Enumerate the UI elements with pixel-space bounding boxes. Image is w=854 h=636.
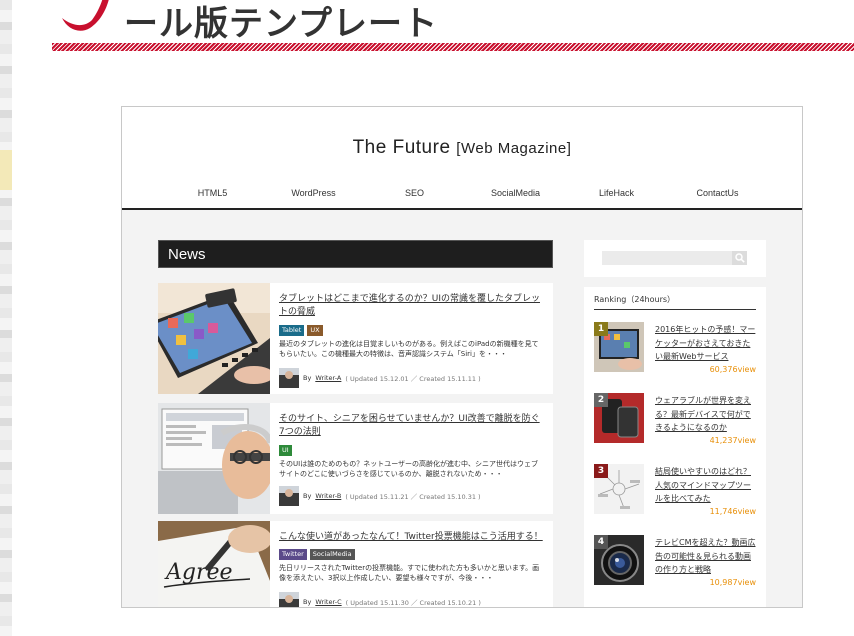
search-input[interactable] [602,251,732,265]
search-button[interactable] [732,251,747,265]
article-meta: By Writer-A ( Updated 15.12.01 ／ Created… [279,368,545,388]
rank-number: 3 [594,464,608,478]
global-nav: HTML5 WordPress SEO SocialMedia LifeHack… [162,188,802,198]
article-excerpt: そのUIは誰のためのもの？ネットユーザーの高齢化が進む中、シニア世代はウェブサイ… [279,460,539,478]
nav-item-wordpress[interactable]: WordPress [263,188,364,198]
rank-number: 2 [594,393,608,407]
writer-link[interactable]: Writer-B [315,492,341,500]
article-title[interactable]: タブレットはどこまで進化するのか？UIの常識を覆したタブレットの脅威 [279,293,545,319]
writer-avatar [279,592,299,607]
article-excerpt: 先日リリースされたTwitterの投票機能。すでに使われた方も多いかと思います。… [279,564,540,582]
nav-item-html5[interactable]: HTML5 [162,188,263,198]
nav-item-socialmedia[interactable]: SocialMedia [465,188,566,198]
ranking-divider [594,309,756,310]
tag-socialmedia[interactable]: SocialMedia [309,549,355,560]
ranking-item[interactable]: 2 ウェアラブルが世界を変える？最新デバイスで何ができるようになるのか 41,2… [594,393,756,453]
article-thumbnail-tablet[interactable] [158,283,270,394]
article-meta: By Writer-B ( Updated 15.11.21 ／ Created… [279,486,545,506]
article-thumbnail-senior[interactable] [158,403,270,514]
ranking-item[interactable]: 4 テレビCMを超えた？動画広告の可能性＆見られる動画の作り方と戦略 10,98… [594,535,756,595]
byline-by: By [303,374,312,382]
site-header: The Future [Web Magazine] HTML5 WordPres… [122,107,802,210]
byline-by: By [303,492,312,500]
nav-item-lifehack[interactable]: LifeHack [566,188,667,198]
search-widget [584,240,766,277]
news-section-title: News [168,246,206,263]
article-card[interactable]: タブレットはどこまで進化するのか？UIの常識を覆したタブレットの脅威 Table… [158,283,553,394]
site-title[interactable]: The Future [Web Magazine] [122,137,802,159]
ranking-item-title[interactable]: ウェアラブルが世界を変える？最新デバイスで何ができるようになるのか [655,394,756,435]
ranking-item[interactable]: 1 2016年ヒットの予感！マーケッターがおさえておきたい最新Webサービス 6… [594,322,756,382]
site-title-sub: [Web Magazine] [456,140,572,157]
ranking-item[interactable]: 3 結局使いやすいのはどれ？人気のマインドマップツールを比べてみた 11,746… [594,464,756,524]
nav-item-seo[interactable]: SEO [364,188,465,198]
tag-tablet[interactable]: Tablet [279,325,305,336]
search-icon [734,253,745,263]
writer-link[interactable]: Writer-A [315,374,341,382]
ranking-widget: Ranking（24hours） 1 2016年ヒットの予感！マーケッターがおさ… [584,287,766,607]
nav-item-contactus[interactable]: ContactUs [667,188,768,198]
tag-twitter[interactable]: Twitter [279,549,307,560]
article-dates: ( Updated 15.11.21 ／ Created 15.10.31 ) [345,493,481,501]
writer-avatar [279,368,299,388]
article-excerpt: 最近のタブレットの進化は目覚ましいものがある。例えばこのiPadの新機種を見ても… [279,340,539,358]
article-tags: Tablet UX [279,325,545,336]
article-title[interactable]: そのサイト、シニアを困らせていませんか？UI改善で離脱を防ぐ7つの法則 [279,413,545,439]
article-dates: ( Updated 15.12.01 ／ Created 15.11.11 ) [345,375,481,383]
ranking-item-title[interactable]: 結局使いやすいのはどれ？人気のマインドマップツールを比べてみた [655,465,756,506]
ranking-views: 41,237view [709,436,756,445]
heading-divider [52,43,854,51]
ranking-views: 11,746view [709,507,756,516]
article-thumbnail-agree[interactable]: Agree [158,521,270,607]
page-heading: ール版テンプレート [124,4,438,44]
article-meta: By Writer-C ( Updated 15.11.30 ／ Created… [279,592,545,607]
article-tags: UI [279,445,545,456]
template-preview: The Future [Web Magazine] HTML5 WordPres… [121,106,803,608]
site-title-main: The Future [352,137,451,158]
byline-by: By [303,598,312,606]
ranking-title: Ranking（24hours） [594,295,676,304]
article-card[interactable]: そのサイト、シニアを困らせていませんか？UI改善で離脱を防ぐ7つの法則 UI そ… [158,403,553,514]
writer-link[interactable]: Writer-C [315,598,341,606]
article-tags: Twitter SocialMedia [279,549,545,560]
heading-brush-mark [58,0,118,32]
ranking-item-title[interactable]: テレビCMを超えた？動画広告の可能性＆見られる動画の作り方と戦略 [655,536,756,577]
rank-number: 4 [594,535,608,549]
writer-avatar [279,486,299,506]
ranking-views: 60,376view [709,365,756,374]
article-title[interactable]: こんな使い道があったなんて！Twitter投票機能はこう活用する！ [279,531,545,544]
ranking-item-title[interactable]: 2016年ヒットの予感！マーケッターがおさえておきたい最新Webサービス [655,323,756,364]
tag-ui[interactable]: UI [279,445,292,456]
article-card[interactable]: Agree こんな使い道があったなんて！Twitter投票機能はこう活用する！ … [158,521,553,607]
background-edge-strip [0,0,12,636]
article-dates: ( Updated 15.11.30 ／ Created 15.10.21 ) [345,599,481,607]
news-section-header: News [158,240,553,268]
ranking-views: 10,987view [709,578,756,587]
rank-number: 1 [594,322,608,336]
tag-ux[interactable]: UX [307,325,323,336]
